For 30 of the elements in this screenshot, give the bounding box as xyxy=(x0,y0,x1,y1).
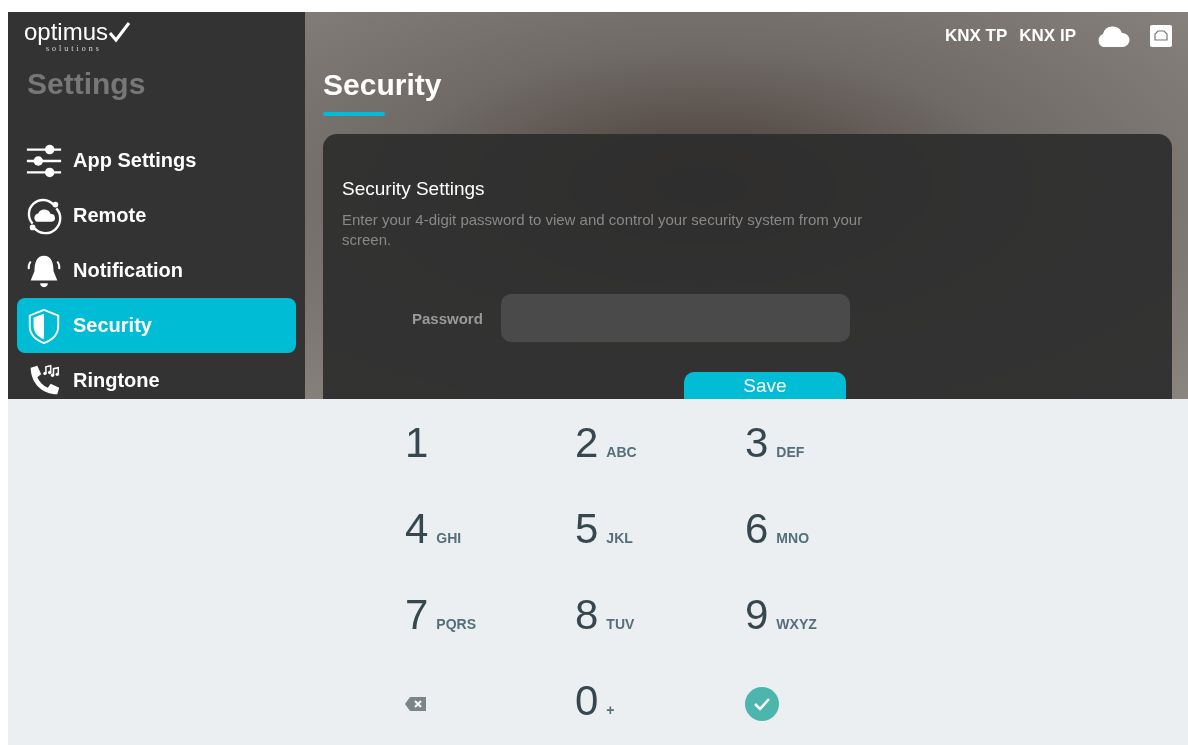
network-port-icon xyxy=(1150,25,1172,47)
backspace-icon xyxy=(405,696,427,712)
logo-wordmark: optimus xyxy=(24,20,109,44)
password-label: Password xyxy=(412,309,483,327)
sidebar-title: Settings xyxy=(26,67,147,101)
keypad-key[interactable]: 0 + xyxy=(525,659,695,739)
keypad-key[interactable]: 1 xyxy=(355,401,525,481)
cloud-sync-icon xyxy=(25,196,63,235)
status-label: KNX IP xyxy=(1019,26,1076,46)
keypad-key[interactable]: 5 JKL xyxy=(525,487,695,567)
card-title: Security Settings xyxy=(342,178,486,200)
keypad-key[interactable]: 2 ABC xyxy=(525,401,695,481)
password-field[interactable] xyxy=(500,294,850,342)
logo-tagline: solutions xyxy=(46,44,102,53)
keypad-key[interactable]: 6 MNO xyxy=(695,487,865,567)
cloud-icon xyxy=(1096,25,1130,47)
keypad-key[interactable]: 8 TUV xyxy=(525,573,695,653)
check-circle-icon xyxy=(745,687,779,721)
check-mark-icon xyxy=(108,21,131,43)
card-description: Enter your 4-digit password to view and control your security system from your screen. xyxy=(342,210,864,250)
sidebar-item[interactable]: Notification xyxy=(17,243,296,298)
keypad-key[interactable]: 3 DEF xyxy=(695,401,865,481)
sidebar-item[interactable]: Remote xyxy=(17,188,296,243)
page-title: Security xyxy=(323,68,442,102)
sidebar-item[interactable]: App Settings xyxy=(17,133,296,188)
status-label: KNX TP xyxy=(944,26,1008,46)
sidebar-item[interactable]: Ringtone xyxy=(17,353,296,399)
keypad-key[interactable]: 4 GHI xyxy=(355,487,525,567)
keypad-key[interactable]: 9 WXYZ xyxy=(695,573,865,653)
keypad-key[interactable]: 7 PQRS xyxy=(355,573,525,653)
